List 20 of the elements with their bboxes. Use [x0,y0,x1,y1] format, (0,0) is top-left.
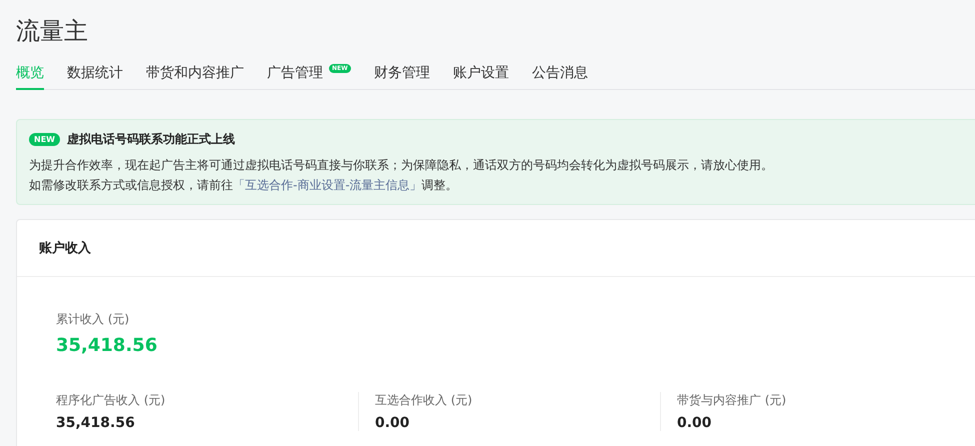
card-title: 账户收入 [17,220,975,277]
settings-link[interactable]: 「互选合作-商业设置-流量主信息」 [233,178,422,192]
page-title: 流量主 [16,16,89,47]
stat-label: 带货与内容推广 (元) [677,392,788,409]
tab[interactable]: 财务管理 [374,64,430,90]
tab[interactable]: 账户设置 [452,64,509,90]
notice-text: 为提升合作效率，现在起广告主将可通过虚拟电话号码直接与你联系；为保障隐私，通话双方的号码均会转化为虚拟号码展示，请放心使用。 [29,157,774,174]
new-badge: NEW [29,133,60,146]
tab[interactable]: 公告消息 [532,64,588,90]
stat-label: 累计收入 (元) [56,311,130,328]
stat-label: 程序化广告收入 (元) [56,392,166,409]
stat-value: 35,418.56 [56,415,136,431]
stat-value: 35,418.56 [56,335,158,356]
stat-value: 0.00 [375,415,411,431]
notice-text: 如需修改联系方式或信息授权，请前往「互选合作-商业设置-流量主信息」调整。 [29,177,459,194]
tab[interactable]: 带货和内容推广 [146,64,244,90]
tab[interactable]: 数据统计 [67,64,123,90]
stat-value: 0.00 [677,415,713,431]
stat-label: 互选合作收入 (元) [375,392,474,409]
notice-title: 虚拟电话号码联系功能正式上线 [66,131,235,148]
